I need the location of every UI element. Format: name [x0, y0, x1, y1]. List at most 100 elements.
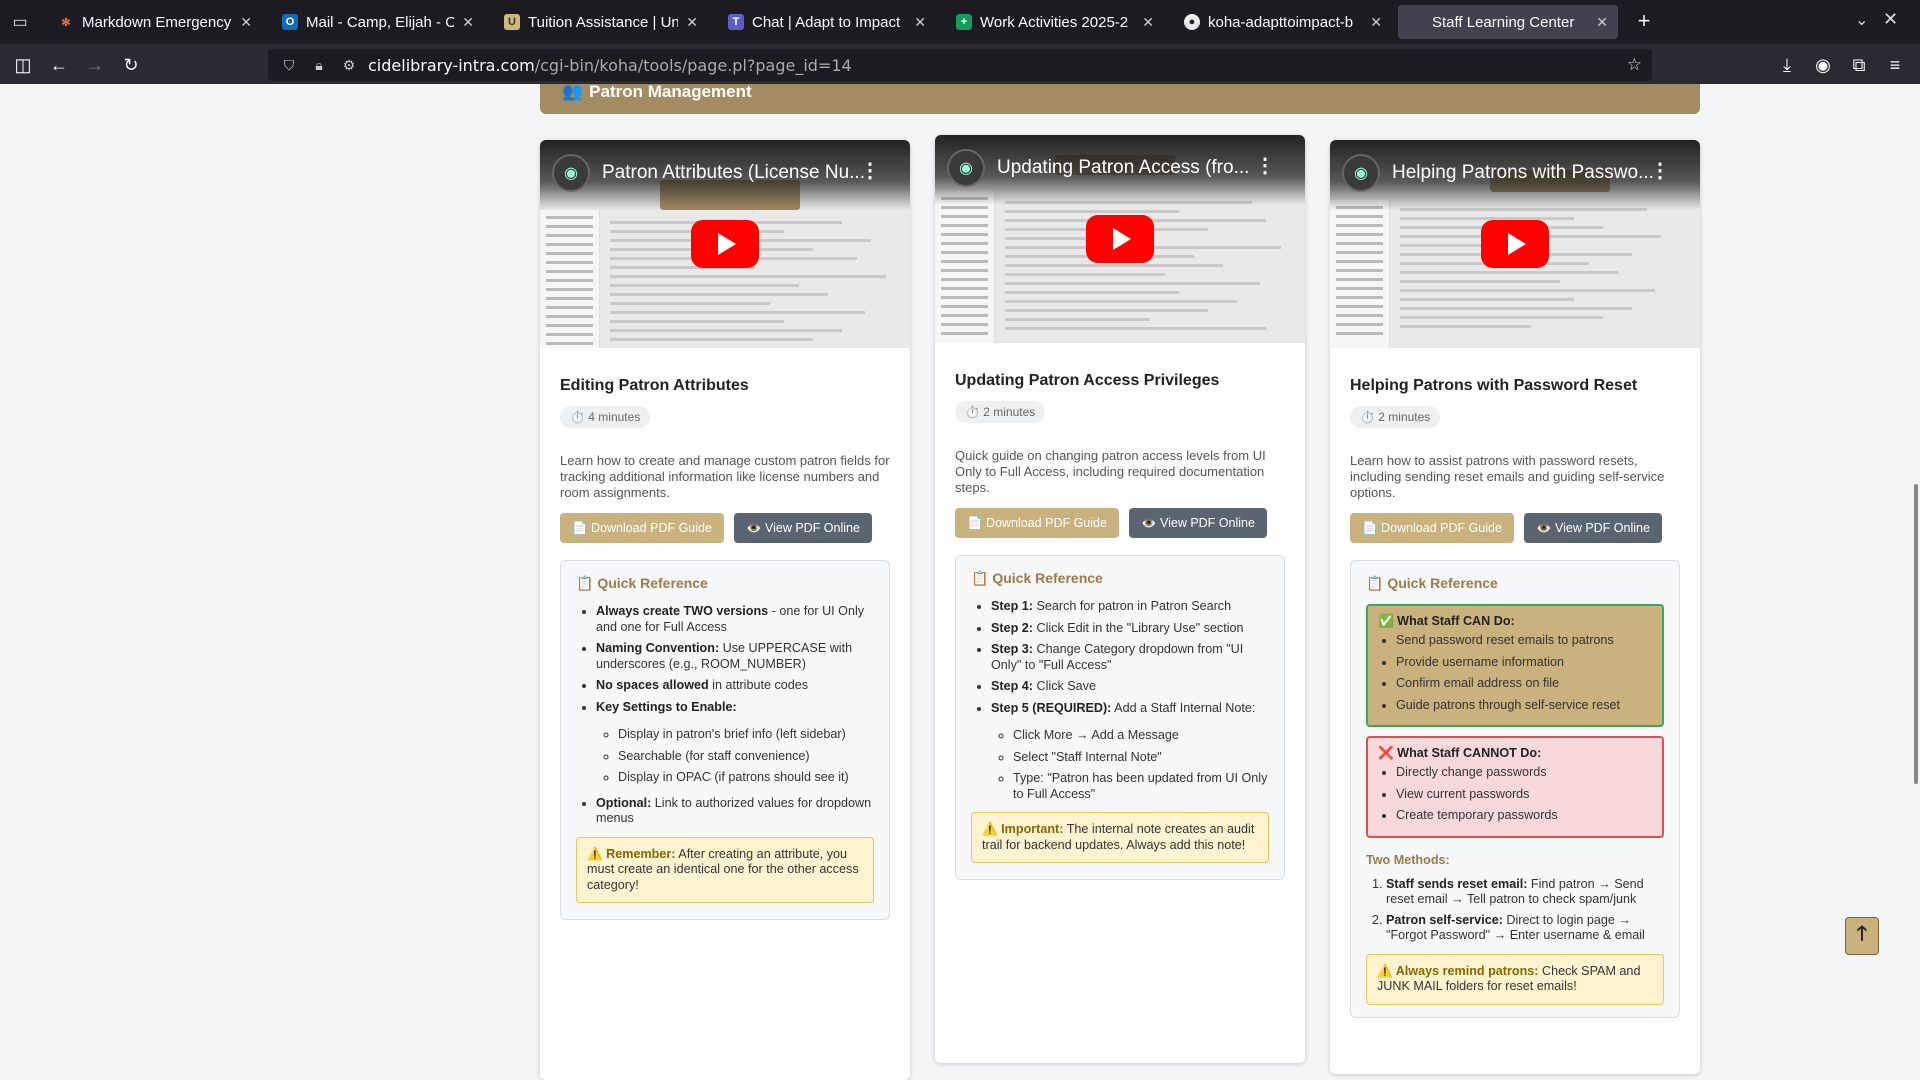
video-more-icon[interactable]: ⋮ — [1650, 158, 1670, 183]
view-pdf-button[interactable]: 👁️ View PDF Online — [1128, 508, 1267, 538]
video-more-icon[interactable]: ⋮ — [860, 158, 880, 183]
tab-close-icon[interactable]: ✕ — [1142, 14, 1154, 31]
list-all-tabs-icon[interactable]: ⌄ — [1855, 10, 1868, 30]
tab-work-activities[interactable]: + Work Activities 2025-2 ✕ — [946, 5, 1164, 39]
play-button-icon[interactable] — [1086, 215, 1154, 263]
extensions-icon[interactable]: ⧉ — [1846, 52, 1872, 78]
sidebar-toggle-icon[interactable]: ◫ — [10, 52, 36, 78]
list-item: Optional: Link to authorized values for … — [596, 796, 874, 827]
duration-badge: ⏱️ 2 minutes — [955, 401, 1046, 423]
methods-title: Two Methods: — [1366, 852, 1450, 867]
staff-cannot-box: ❌ What Staff CANNOT Do: Directly change … — [1366, 736, 1664, 838]
tab-mail[interactable]: O Mail - Camp, Elijah - Outlook ✕ — [272, 5, 484, 39]
channel-avatar-icon[interactable]: ◉ — [552, 154, 590, 192]
permissions-icon[interactable]: ⚙︎ — [340, 57, 358, 74]
thumb-sidebar — [1330, 200, 1390, 348]
list-item: Staff sends reset email: Find patron → S… — [1386, 877, 1664, 908]
list-item: Provide username information — [1396, 655, 1652, 671]
tab-favicon-icon: ✻ — [61, 16, 71, 29]
page-scrollbar[interactable] — [1914, 484, 1918, 784]
bookmark-star-icon[interactable]: ☆ — [1627, 55, 1642, 75]
card-description: Learn how to assist patrons with passwor… — [1350, 453, 1665, 500]
video-title[interactable]: Updating Patron Access (fro... — [997, 157, 1265, 179]
reload-icon[interactable]: ↻ — [118, 52, 144, 78]
staff-cannot-title: ❌ What Staff CANNOT Do: — [1378, 746, 1542, 760]
card-description: Quick guide on changing patron access le… — [955, 448, 1266, 495]
back-icon[interactable]: ← — [46, 52, 72, 78]
download-pdf-button[interactable]: 📄 Download PDF Guide — [560, 513, 724, 543]
quick-reference-title: 📋 Quick Reference — [1366, 575, 1498, 591]
shield-icon[interactable]: ⛉ — [280, 57, 298, 74]
quick-reference: 📋 Quick Reference Always create TWO vers… — [560, 560, 890, 920]
quick-reference-title: 📋 Quick Reference — [971, 570, 1103, 586]
quick-reference: 📋 Quick Reference ✅ What Staff CAN Do: S… — [1350, 560, 1680, 1018]
forward-icon[interactable]: → — [82, 52, 108, 78]
tab-staff-learning-center[interactable]: Staff Learning Center ✕ — [1398, 5, 1618, 39]
card-description: Learn how to create and manage custom pa… — [560, 453, 890, 500]
tutorial-card: ◉ Patron Attributes (License Nu... ⋮ Edi… — [540, 140, 910, 1080]
url-bar[interactable]: ⛉ 🔒︎ ⚙︎ cidelibrary-intra.com/cgi-bin/ko… — [268, 49, 1652, 81]
quick-reference: 📋 Quick Reference Step 1: Search for pat… — [955, 555, 1285, 880]
view-pdf-button[interactable]: 👁️ View PDF Online — [1523, 513, 1662, 543]
tab-close-icon[interactable]: ✕ — [686, 14, 698, 31]
download-pdf-button[interactable]: 📄 Download PDF Guide — [1350, 513, 1514, 543]
new-tab-button[interactable]: + — [1629, 6, 1659, 36]
list-item: No spaces allowed in attribute codes — [596, 678, 874, 694]
window-close-icon[interactable]: ✕ — [1883, 9, 1898, 30]
account-icon[interactable]: ◉ — [1810, 52, 1836, 78]
tab-close-icon[interactable]: ✕ — [462, 14, 474, 31]
sub-list-item: Select "Staff Internal Note" — [1013, 750, 1269, 766]
tab-github[interactable]: ● koha-adapttoimpact-b ✕ — [1174, 5, 1392, 39]
list-item: Patron self-service: Direct to login pag… — [1386, 913, 1664, 944]
tab-favicon-icon: U — [504, 14, 520, 30]
tab-title: Mail - Camp, Elijah - Outlook — [306, 13, 455, 31]
video-title[interactable]: Helping Patrons with Passwo... — [1392, 162, 1660, 184]
card-title: Updating Patron Access Privileges — [955, 372, 1220, 389]
video-more-icon[interactable]: ⋮ — [1255, 153, 1275, 178]
duration-badge: ⏱️ 2 minutes — [1350, 406, 1441, 428]
tab-favicon-icon: + — [956, 14, 972, 30]
video-title[interactable]: Patron Attributes (License Nu... — [602, 162, 870, 184]
tab-close-icon[interactable]: ✕ — [1596, 14, 1608, 31]
duration-badge: ⏱️ 4 minutes — [560, 406, 651, 428]
tab-close-icon[interactable]: ✕ — [1370, 14, 1382, 31]
tab-title: Tuition Assistance | Un — [528, 13, 679, 31]
menu-icon[interactable]: ≡ — [1882, 52, 1908, 78]
channel-avatar-icon[interactable]: ◉ — [1342, 154, 1380, 192]
list-item: Send password reset emails to patrons — [1396, 633, 1652, 649]
tab-teams-chat[interactable]: T Chat | Adapt to Impact ✕ — [718, 5, 936, 39]
tab-close-icon[interactable]: ✕ — [914, 14, 926, 31]
video-thumbnail[interactable]: ◉ Helping Patrons with Passwo... ⋮ — [1330, 140, 1700, 348]
lock-icon[interactable]: 🔒︎ — [310, 57, 328, 74]
tab-list-icon[interactable]: ▭ — [0, 0, 40, 44]
downloads-icon[interactable]: ⤓ — [1774, 52, 1800, 78]
tab-close-icon[interactable]: ✕ — [240, 14, 252, 31]
scroll-to-top-button[interactable]: 🡑 — [1845, 917, 1879, 955]
browser-nav-bar: ◫ ← → ↻ ⛉ 🔒︎ ⚙︎ cidelibrary-intra.com/cg… — [0, 44, 1920, 84]
tutorial-card: ◉ Helping Patrons with Passwo... ⋮ Helpi… — [1330, 140, 1700, 1074]
card-title: Editing Patron Attributes — [560, 377, 749, 394]
video-thumbnail[interactable]: ◉ Patron Attributes (License Nu... ⋮ — [540, 140, 910, 348]
tab-tuition[interactable]: U Tuition Assistance | Un ✕ — [494, 5, 708, 39]
tab-markdown[interactable]: ✻ Markdown Emergency ✕ — [48, 5, 262, 39]
section-header: 👥 Patron Management — [540, 84, 1700, 114]
list-item: Naming Convention: Use UPPERCASE with un… — [596, 641, 874, 672]
play-button-icon[interactable] — [1481, 220, 1549, 268]
tab-title: Chat | Adapt to Impact — [752, 13, 901, 31]
thumb-sidebar — [935, 191, 995, 343]
url-text[interactable]: cidelibrary-intra.com/cgi-bin/koha/tools… — [368, 56, 852, 75]
video-thumbnail[interactable]: ◉ Updating Patron Access (fro... ⋮ — [935, 135, 1305, 343]
list-item: Key Settings to Enable: Display in patro… — [596, 700, 874, 786]
tab-title: Work Activities 2025-2 — [980, 13, 1129, 31]
sub-list-item: Type: "Patron has been updated from UI O… — [1013, 771, 1269, 802]
tab-title: koha-adapttoimpact-b — [1208, 13, 1354, 31]
list-item: Always create TWO versions - one for UI … — [596, 604, 874, 635]
play-button-icon[interactable] — [691, 220, 759, 268]
list-item: Confirm email address on file — [1396, 676, 1652, 692]
download-pdf-button[interactable]: 📄 Download PDF Guide — [955, 508, 1119, 538]
list-item: Step 2: Click Edit in the "Library Use" … — [991, 621, 1269, 637]
card-title: Helping Patrons with Password Reset — [1350, 377, 1638, 394]
channel-avatar-icon[interactable]: ◉ — [947, 149, 985, 187]
view-pdf-button[interactable]: 👁️ View PDF Online — [733, 513, 872, 543]
sub-list-item: Click More → Add a Message — [1013, 728, 1269, 744]
